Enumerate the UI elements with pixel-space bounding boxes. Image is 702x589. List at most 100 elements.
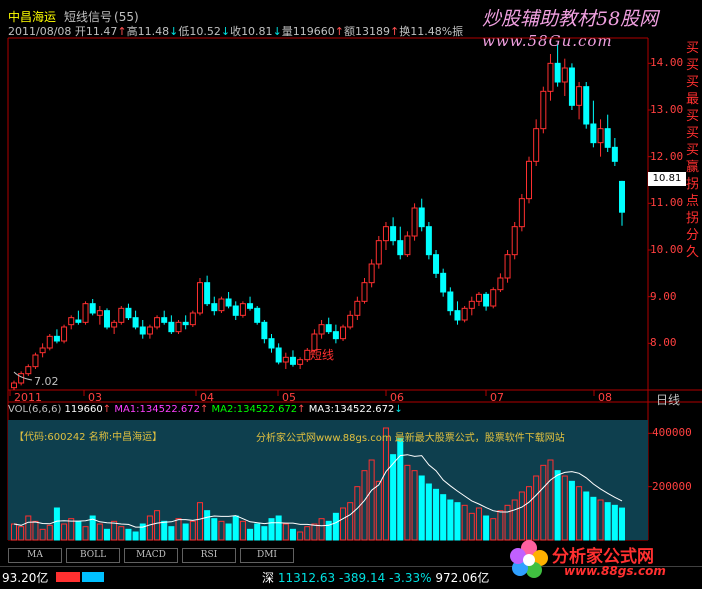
volume-bar (146, 515, 153, 541)
volume-bar (189, 520, 196, 541)
volume-bar (175, 518, 182, 541)
volume-bar (418, 475, 425, 541)
volume-bar (533, 475, 540, 541)
volume-bar (10, 523, 18, 541)
volume-bar (375, 480, 382, 541)
volume-bar (196, 502, 203, 541)
volume-bar (111, 520, 118, 541)
volume-bar (468, 512, 475, 541)
status-up-bar (56, 572, 80, 582)
volume-bar (425, 483, 432, 541)
volume-bar (75, 520, 82, 541)
volume-bar (454, 502, 461, 541)
volume-bar (232, 515, 239, 541)
volume-bar (547, 459, 554, 541)
volume-bar (161, 520, 168, 541)
volume-bar (82, 526, 89, 541)
volume-bar (32, 520, 39, 541)
volume-bar (168, 526, 175, 541)
volume-bar (96, 523, 103, 541)
volume-bar (540, 464, 547, 541)
volume-bar (132, 531, 139, 541)
volume-bar (576, 486, 583, 541)
volume-tick-label: 400000 (652, 426, 692, 440)
volume-bar (568, 480, 575, 541)
volume-bar (347, 502, 354, 541)
volume-bar (583, 491, 590, 541)
flower-logo-icon (510, 540, 548, 578)
volume-bar (239, 520, 246, 541)
volume-bar (261, 526, 268, 541)
volume-bar (504, 504, 511, 541)
volume-bar (125, 528, 132, 541)
index-amount: 972.06亿 (435, 571, 490, 585)
tab-rsi[interactable]: RSI (182, 548, 236, 563)
volume-bar (118, 526, 125, 541)
volume-bar (526, 486, 533, 541)
volume-bar (289, 528, 296, 541)
index-change: -389.14 (338, 571, 386, 585)
volume-bar (411, 470, 418, 541)
volume-bar (604, 502, 611, 541)
volume-bar (275, 515, 282, 541)
volume-bar (511, 499, 518, 541)
ad-text: 分析家公式网www.88gs.com 最新最大股票公式，股票软件下载网站 (256, 433, 565, 444)
volume-bar (304, 526, 311, 541)
volume-bar (204, 510, 211, 541)
volume-bar (397, 438, 404, 541)
volume-bar (354, 486, 361, 541)
volume-bar (390, 454, 397, 541)
volume-bar (25, 515, 32, 541)
volume-tick-label: 200000 (652, 479, 692, 493)
volume-bar (61, 523, 68, 541)
volume-bar (483, 515, 490, 541)
volume-bar (297, 531, 304, 541)
volume-bar (618, 507, 626, 541)
volume-bar (554, 470, 561, 541)
volume-bar (440, 494, 447, 541)
volume-bar (340, 507, 347, 541)
volume-bar (18, 526, 25, 541)
volume-bar (311, 523, 318, 541)
volume-canvas (10, 427, 652, 541)
volume-bar (46, 524, 53, 541)
volume-bar (211, 518, 218, 541)
status-market-cap: 93.20亿 (2, 571, 49, 585)
volume-bar (268, 518, 275, 541)
index-quote: 深 11312.63 -389.14 -3.33% 972.06亿 (262, 569, 489, 586)
volume-bar (332, 512, 339, 541)
index-pct: -3.33% (389, 571, 432, 585)
volume-bar (154, 510, 161, 541)
volume-bar (404, 464, 411, 541)
volume-bar (68, 518, 75, 541)
status-down-bar (82, 572, 104, 582)
volume-bar (53, 507, 60, 541)
volume-bar (182, 523, 189, 541)
index-value: 11312.63 (277, 571, 336, 585)
tab-ma[interactable]: MA (8, 548, 62, 563)
volume-bar (590, 496, 597, 541)
volume-bar (103, 528, 110, 541)
volume-bar (39, 528, 46, 541)
tab-boll[interactable]: BOLL (66, 548, 120, 563)
status-bar-graph (56, 572, 104, 582)
volume-bar (247, 528, 254, 541)
tab-dmi[interactable]: DMI (240, 548, 294, 563)
volume-bar (611, 504, 618, 541)
volume-bar (518, 491, 525, 541)
volume-bar (382, 427, 389, 541)
volume-bar (318, 518, 325, 541)
volume-bar (433, 488, 440, 541)
volume-bar (561, 475, 568, 541)
volume-bar (225, 523, 232, 541)
tab-macd[interactable]: MACD (124, 548, 178, 563)
stock-info-text: 【代码:600242 名称:中昌海运】 (14, 432, 163, 443)
index-market: 深 (262, 571, 275, 585)
volume-bar (475, 507, 482, 541)
volume-bar (597, 499, 604, 541)
volume-bar (254, 523, 261, 541)
volume-bar (447, 499, 454, 541)
volume-bar (218, 520, 225, 541)
volume-bar (361, 470, 368, 541)
logo-url: www.88gs.com (564, 564, 666, 578)
